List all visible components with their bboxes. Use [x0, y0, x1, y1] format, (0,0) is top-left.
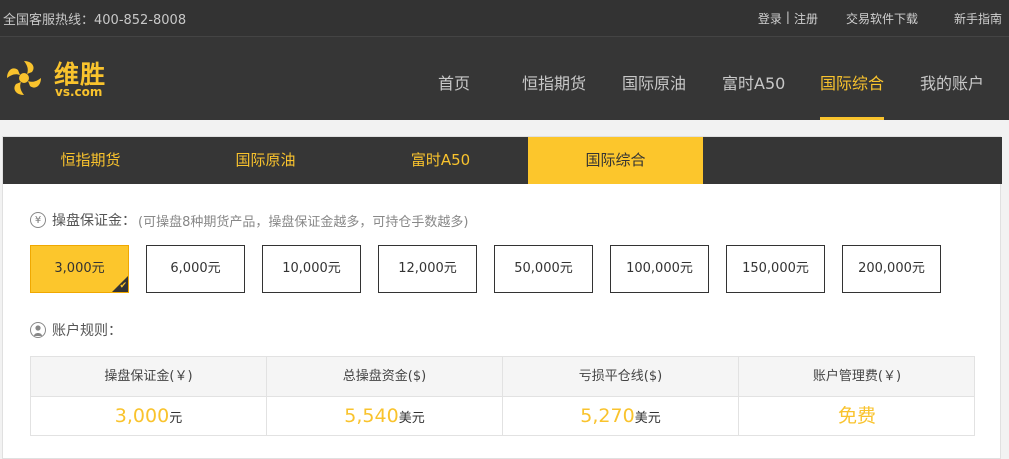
margin-option-3000[interactable]: 3,000元 ✔	[30, 245, 129, 293]
value-unit: 美元	[634, 411, 661, 426]
login-link[interactable]: 登录	[758, 10, 782, 27]
option-label: 6,000元	[170, 261, 221, 276]
check-icon: ✔	[119, 281, 127, 291]
nav-crude-oil[interactable]: 国际原油	[622, 70, 686, 94]
option-label: 150,000元	[742, 261, 809, 276]
value-margin: 3,000元	[31, 397, 267, 435]
rules-table: 操盘保证金(￥) 总操盘资金($) 亏损平仓线($) 账户管理费(￥) 3,00…	[30, 356, 975, 436]
tab-crude-oil[interactable]: 国际原油	[178, 137, 353, 184]
margin-option-10000[interactable]: 10,000元	[262, 245, 361, 293]
nav-home[interactable]: 首页	[438, 70, 470, 94]
header-management-fee: 账户管理费(￥)	[812, 369, 902, 384]
service-hotline: 全国客服热线：400-852-8008	[3, 13, 187, 28]
margin-option-100000[interactable]: 100,000元	[610, 245, 709, 293]
value-stop-loss-line: 5,270美元	[503, 397, 739, 435]
value-unit: 美元	[398, 411, 425, 426]
value-number: 5,270	[580, 405, 635, 427]
option-label: 10,000元	[282, 261, 341, 276]
product-panel: 恒指期货 国际原油 富时A50 国际综合 ¥ 操盘保证金： (可操盘8种期货产品…	[2, 136, 1002, 459]
value-management-fee: 免费	[739, 397, 975, 435]
nav-a50[interactable]: 富时A50	[722, 70, 785, 94]
yen-icon: ¥	[30, 212, 46, 228]
value-number: 3,000	[114, 405, 170, 427]
link-separator: |	[785, 10, 790, 24]
pinwheel-logo-icon	[7, 61, 41, 95]
rules-title: 账户规则：	[52, 323, 122, 339]
option-label: 200,000元	[858, 261, 925, 276]
header-margin: 操盘保证金(￥)	[31, 357, 267, 397]
margin-label: ¥ 操盘保证金： (可操盘8种期货产品，操盘保证金越多，可持仓手数越多)	[30, 210, 468, 230]
option-label: 50,000元	[514, 261, 573, 276]
value-number: 5,540	[344, 405, 399, 427]
margin-option-6000[interactable]: 6,000元	[146, 245, 245, 293]
top-links: 登录 | 注册 交易软件下载 新手指南	[758, 10, 1002, 27]
download-link[interactable]: 交易软件下载	[846, 10, 918, 27]
register-link[interactable]: 注册	[794, 10, 818, 27]
option-label: 12,000元	[398, 261, 457, 276]
nav-active-indicator	[820, 117, 884, 120]
value-number: 免费	[837, 405, 876, 427]
header-total-capital: 总操盘资金($)	[267, 357, 503, 397]
logo-domain: vs.com	[55, 85, 103, 99]
margin-option-12000[interactable]: 12,000元	[378, 245, 477, 293]
margin-hint: (可操盘8种期货产品，操盘保证金越多，可持仓手数越多)	[138, 214, 469, 230]
product-tabs: 恒指期货 国际原油 富时A50 国际综合	[3, 137, 1002, 184]
table-header: 操盘保证金(￥) 总操盘资金($) 亏损平仓线($) 账户管理费(￥)	[31, 357, 974, 397]
nav-international[interactable]: 国际综合	[820, 70, 884, 94]
nav-hsi-futures[interactable]: 恒指期货	[522, 70, 586, 94]
value-unit: 元	[169, 411, 183, 426]
nav-my-account[interactable]: 我的账户	[920, 70, 984, 94]
option-label: 3,000元	[54, 261, 105, 276]
site-header: 维胜 vs.com 首页 恒指期货 国际原油 富时A50 国际综合 我的账户	[0, 36, 1009, 120]
tab-a50[interactable]: 富时A50	[353, 137, 528, 184]
header-stop-loss-line: 亏损平仓线($)	[503, 357, 739, 397]
top-bar: 全国客服热线：400-852-8008 登录 | 注册 交易软件下载 新手指南	[0, 0, 1009, 36]
margin-option-150000[interactable]: 150,000元	[726, 245, 825, 293]
margin-option-200000[interactable]: 200,000元	[842, 245, 941, 293]
margin-title: 操盘保证金：	[52, 213, 136, 229]
tab-hsi-futures[interactable]: 恒指期货	[3, 137, 178, 184]
tab-international[interactable]: 国际综合	[528, 137, 703, 184]
value-total-capital: 5,540美元	[267, 397, 503, 435]
user-icon	[30, 322, 46, 338]
margin-option-50000[interactable]: 50,000元	[494, 245, 593, 293]
logo[interactable]: 维胜 vs.com	[2, 55, 122, 101]
option-label: 100,000元	[626, 261, 693, 276]
guide-link[interactable]: 新手指南	[954, 10, 1002, 27]
rules-label: 账户规则：	[30, 320, 122, 340]
